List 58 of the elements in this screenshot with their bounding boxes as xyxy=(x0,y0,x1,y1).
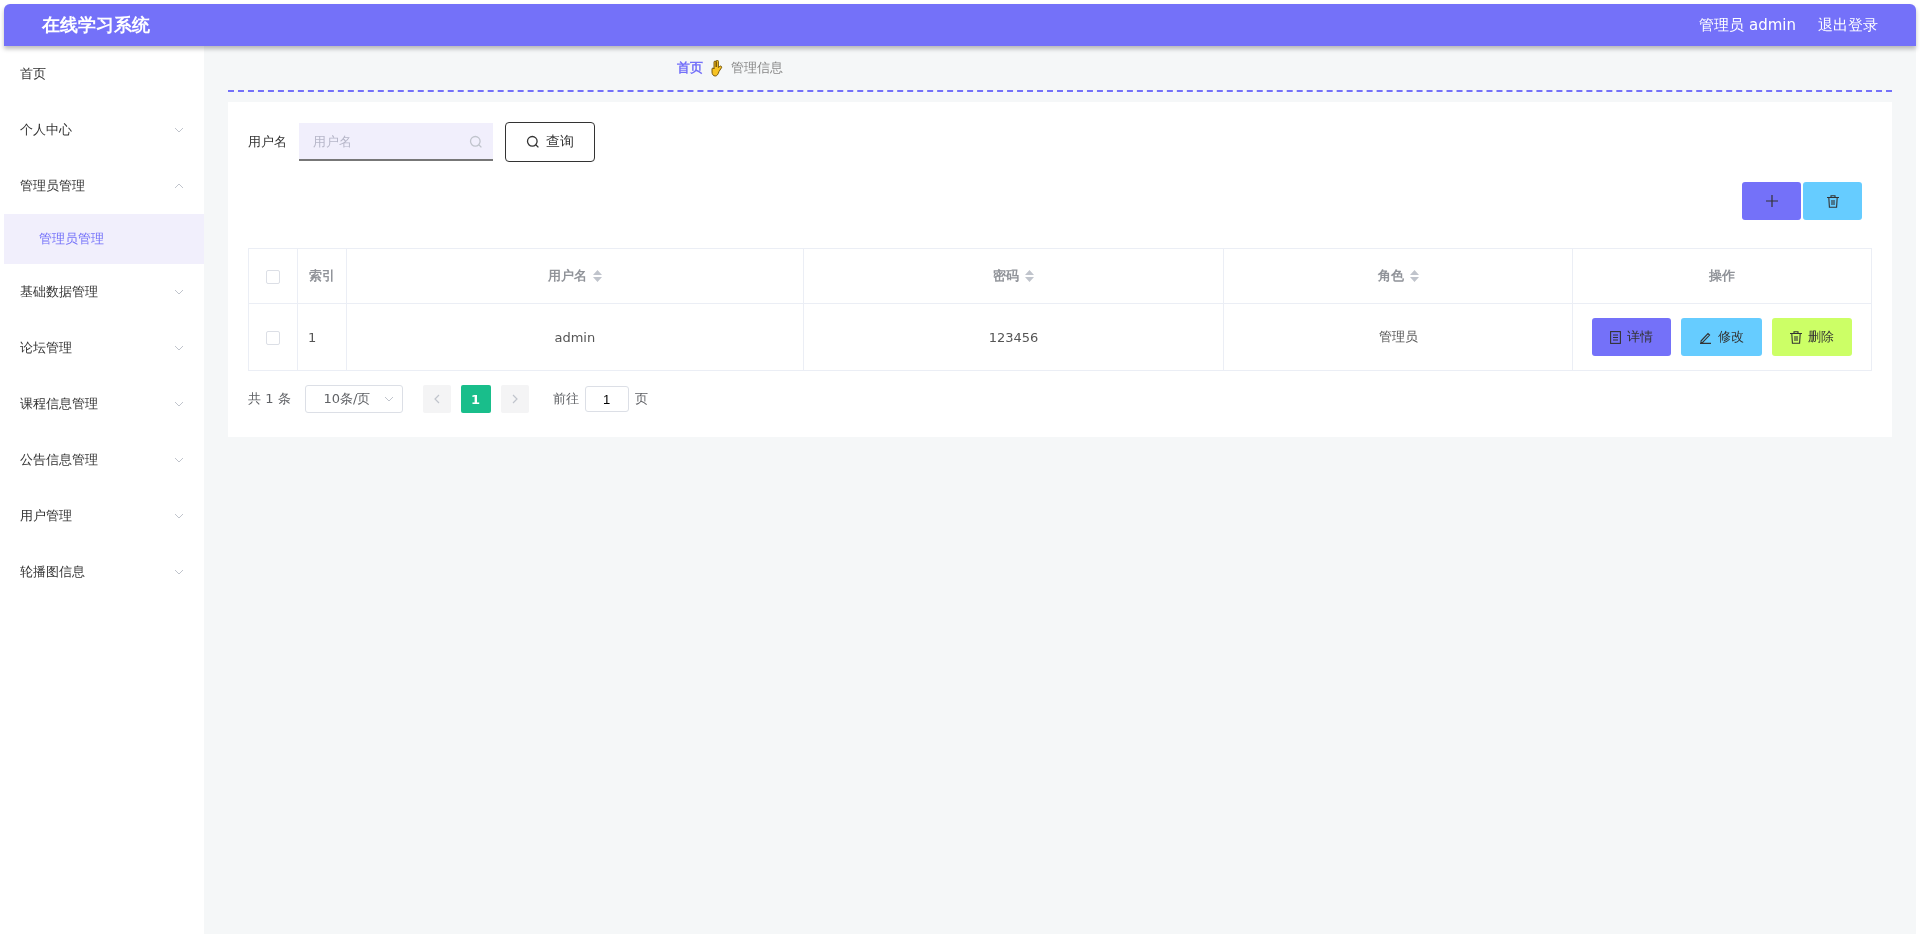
page-size-select[interactable]: 10条/页 xyxy=(304,385,403,413)
search-field[interactable]: 用户名 xyxy=(299,123,493,161)
breadcrumb-item[interactable]: 首页 xyxy=(677,59,703,77)
menu-item[interactable]: 公告信息管理 xyxy=(4,432,204,488)
menu-item[interactable]: 管理员管理 xyxy=(4,158,204,214)
checkbox[interactable] xyxy=(266,269,280,284)
menu-item[interactable]: 用户管理 xyxy=(4,488,204,544)
column-header: 操作 xyxy=(1572,248,1872,304)
chevron-down-icon xyxy=(174,457,184,463)
trash-icon xyxy=(1790,330,1802,344)
sort-icon xyxy=(592,270,602,282)
trash-icon xyxy=(1826,194,1839,208)
chevron-down-icon xyxy=(174,289,184,295)
logout-link[interactable]: 退出登录 xyxy=(1818,15,1878,35)
chevron-right-icon xyxy=(511,394,518,404)
sort-icon xyxy=(1024,270,1034,282)
checkbox[interactable] xyxy=(266,330,280,345)
menu-item[interactable]: 轮播图信息 xyxy=(4,544,204,600)
goto-label: 前往 xyxy=(552,390,579,408)
chevron-left-icon xyxy=(433,394,440,404)
menu-item[interactable]: 个人中心 xyxy=(4,102,204,158)
page-suffix: 页 xyxy=(634,390,648,408)
prev-page-button[interactable] xyxy=(422,385,451,413)
chevron-down-icon xyxy=(174,513,184,519)
submenu-item[interactable]: 管理员管理 xyxy=(4,214,204,264)
page-input[interactable]: 1 xyxy=(584,386,629,412)
menu-item[interactable]: 基础数据管理 xyxy=(4,264,204,320)
user-name: 管理员 admin xyxy=(1699,15,1796,35)
plus-icon xyxy=(1765,195,1778,207)
search-icon xyxy=(526,135,540,149)
table-cell: 管理员 xyxy=(1223,303,1573,371)
query-button[interactable]: 查询 xyxy=(505,122,595,162)
sort-icon xyxy=(1409,270,1419,282)
chevron-down-icon xyxy=(383,396,394,402)
menu-item[interactable]: 论坛管理 xyxy=(4,320,204,376)
table-cell: 1 xyxy=(297,303,347,371)
delete-button[interactable]: 删除 xyxy=(1772,318,1852,356)
column-header: 索引 xyxy=(297,248,347,304)
table-cell: 123456 xyxy=(803,303,1224,371)
chevron-up-icon xyxy=(174,183,184,189)
delete-button[interactable] xyxy=(1803,182,1862,220)
app-title: 在线学习系统 xyxy=(42,13,151,37)
pen-icon xyxy=(1699,330,1712,344)
chevron-down-icon xyxy=(174,569,184,575)
chevron-down-icon xyxy=(174,345,184,351)
edit-button[interactable]: 修改 xyxy=(1681,318,1762,356)
next-page-button[interactable] xyxy=(500,385,529,413)
hand-icon xyxy=(711,59,723,77)
document-icon xyxy=(1610,330,1621,344)
chevron-down-icon xyxy=(174,401,184,407)
breadcrumb-item: 管理信息 xyxy=(731,59,783,77)
menu-item[interactable]: 首页 xyxy=(4,46,204,102)
chevron-down-icon xyxy=(174,127,184,133)
search-icon xyxy=(469,135,483,149)
total-count: 共 1 条 xyxy=(248,390,291,408)
table-cell: admin xyxy=(346,303,804,371)
menu-item[interactable]: 课程信息管理 xyxy=(4,376,204,432)
field-label: 用户名 xyxy=(248,133,287,151)
